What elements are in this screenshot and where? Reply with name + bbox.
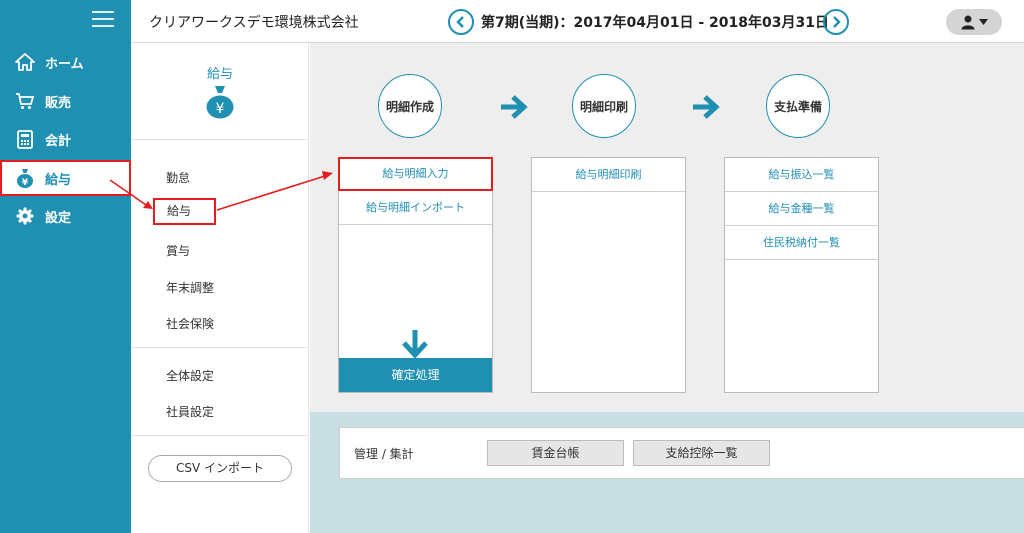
wage-ledger-button[interactable]: 賃金台帳 bbox=[487, 440, 624, 466]
subnav-item-bonus[interactable]: 賞与 bbox=[166, 242, 190, 259]
panel-payment-prep: 給与振込一覧 給与金種一覧 住民税納付一覧 bbox=[724, 157, 879, 393]
subnav-title: 給与 bbox=[206, 67, 233, 82]
nav-item-sales[interactable]: 販売 bbox=[0, 83, 131, 119]
divider bbox=[131, 435, 309, 436]
fiscal-period: 第7期(当期)：2017年04月01日 - 2018年03月31日 bbox=[481, 15, 829, 31]
divider bbox=[131, 347, 309, 348]
step-create: 明細作成 bbox=[378, 74, 442, 138]
management-label: 管理 / 集計 bbox=[354, 447, 414, 461]
resident-tax-list-link[interactable]: 住民税納付一覧 bbox=[725, 226, 878, 260]
arrow-right-icon bbox=[501, 95, 528, 119]
chevron-right-icon bbox=[833, 16, 841, 28]
company-name: クリアワークスデモ環境株式会社 bbox=[149, 15, 359, 31]
arrow-right-icon bbox=[693, 95, 720, 119]
nav-item-accounting[interactable]: 会計 bbox=[0, 121, 131, 157]
nav-item-home[interactable]: ホーム bbox=[0, 44, 131, 80]
calculator-icon bbox=[15, 129, 35, 149]
confirm-process-button[interactable]: 確定処理 bbox=[339, 358, 492, 392]
divider bbox=[131, 139, 309, 140]
caret-down-icon bbox=[978, 18, 988, 25]
nav-item-settings[interactable]: 設定 bbox=[0, 198, 131, 234]
cart-icon bbox=[15, 91, 35, 111]
main-nav: ホーム 販売 会計 ¥ 給与 設定 bbox=[0, 0, 131, 533]
subnav-item-general-settings[interactable]: 全体設定 bbox=[166, 367, 214, 384]
next-period-button[interactable] bbox=[823, 9, 849, 35]
subnav-item-social-insurance[interactable]: 社会保険 bbox=[166, 315, 214, 332]
subnav-item-attendance[interactable]: 勤怠 bbox=[166, 169, 190, 186]
money-bag-icon: ¥ bbox=[15, 168, 35, 188]
transfer-list-link[interactable]: 給与振込一覧 bbox=[725, 158, 878, 192]
payroll-slip-import-link[interactable]: 給与明細インポート bbox=[339, 191, 492, 225]
nav-item-label: 設定 bbox=[45, 210, 72, 226]
step-print: 明細印刷 bbox=[572, 74, 636, 138]
payroll-slip-input-link[interactable]: 給与明細入力 bbox=[338, 157, 493, 191]
user-menu-button[interactable] bbox=[946, 9, 1002, 35]
subnav-item-year-end[interactable]: 年末調整 bbox=[166, 279, 214, 296]
svg-text:¥: ¥ bbox=[216, 101, 225, 117]
payment-deduction-list-button[interactable]: 支給控除一覧 bbox=[633, 440, 770, 466]
chevron-left-icon bbox=[456, 16, 464, 28]
menu-toggle-icon[interactable] bbox=[92, 11, 114, 27]
svg-text:¥: ¥ bbox=[22, 178, 29, 188]
nav-item-label: 給与 bbox=[45, 172, 72, 188]
user-icon bbox=[961, 15, 974, 29]
top-header: クリアワークスデモ環境株式会社 第7期(当期)：2017年04月01日 - 20… bbox=[131, 0, 1024, 43]
panel-print: 給与明細印刷 bbox=[531, 157, 686, 393]
panel-create: 給与明細入力 給与明細インポート 確定処理 bbox=[338, 157, 493, 393]
payroll-slip-print-link[interactable]: 給与明細印刷 bbox=[532, 158, 685, 192]
payroll-subnav: 給与 ¥ 勤怠 給与 賞与 年末調整 社会保険 全体設定 社員設定 CSV イン… bbox=[131, 43, 309, 533]
subnav-item-salary[interactable]: 給与 bbox=[153, 198, 216, 225]
nav-item-payroll[interactable]: ¥ 給与 bbox=[0, 160, 131, 196]
home-icon bbox=[15, 52, 35, 72]
nav-item-label: 販売 bbox=[45, 95, 72, 111]
arrow-down-icon bbox=[402, 330, 428, 359]
denomination-list-link[interactable]: 給与金種一覧 bbox=[725, 192, 878, 226]
nav-item-label: ホーム bbox=[45, 56, 84, 72]
step-payment-prep: 支払準備 bbox=[766, 74, 830, 138]
prev-period-button[interactable] bbox=[448, 9, 474, 35]
subnav-item-employee-settings[interactable]: 社員設定 bbox=[166, 403, 214, 420]
nav-item-label: 会計 bbox=[45, 133, 72, 149]
gear-icon bbox=[15, 206, 35, 226]
csv-import-button[interactable]: CSV インポート bbox=[148, 455, 292, 482]
money-bag-icon: ¥ bbox=[206, 86, 234, 119]
management-bar: 管理 / 集計 賃金台帳 支給控除一覧 bbox=[339, 427, 1024, 479]
